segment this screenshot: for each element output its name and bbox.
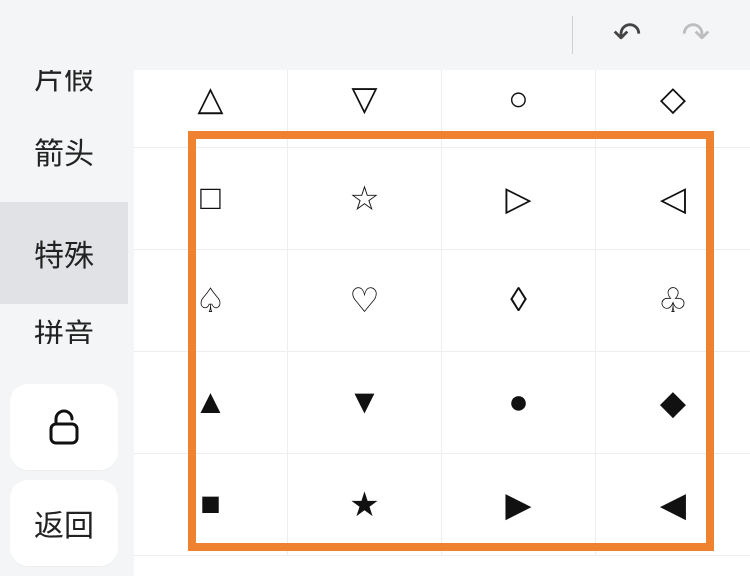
symbol-cell[interactable]: △ (134, 70, 288, 148)
sidebar-item-katakana[interactable]: 片假 (0, 70, 128, 100)
symbol-cell[interactable]: ▷ (442, 148, 596, 250)
symbol-cell[interactable]: ○ (442, 70, 596, 148)
sidebar-item-arrows[interactable]: 箭头 (0, 100, 128, 202)
symbol-cell[interactable]: ♡ (288, 250, 442, 352)
symbol-cell[interactable]: ☆ (288, 148, 442, 250)
symbol-grid: △ ▽ ○ ◇ □ ☆ ▷ ◁ ♤ ♡ ◊ ♧ ▲ ▼ ● ◆ ■ ★ ▶ ◀ (134, 70, 750, 556)
back-button[interactable]: 返回 (10, 480, 118, 566)
symbol-cell[interactable]: ● (442, 352, 596, 454)
sidebar-item-label: 片假 (34, 70, 94, 98)
sidebar-footer: 返回 (0, 384, 128, 576)
symbol-cell[interactable]: ♧ (596, 250, 750, 352)
symbol-cell[interactable]: ◇ (596, 70, 750, 148)
topbar: ↶ ↷ (0, 0, 750, 70)
symbol-cell[interactable]: ■ (134, 454, 288, 556)
symbol-cell[interactable]: □ (134, 148, 288, 250)
unlock-icon (47, 407, 81, 447)
symbol-cell[interactable]: ★ (288, 454, 442, 556)
category-list: 片假 箭头 特殊 拼音 (0, 70, 128, 378)
sidebar-item-pinyin[interactable]: 拼音 (0, 304, 128, 344)
topbar-divider (572, 16, 573, 54)
symbol-cell[interactable]: ▲ (134, 352, 288, 454)
sidebar-item-label: 特殊 (34, 231, 94, 275)
symbol-cell[interactable]: ▶ (442, 454, 596, 556)
sidebar-item-label: 箭头 (34, 129, 94, 173)
undo-button[interactable]: ↶ (613, 18, 642, 52)
sidebar-item-label: 拼音 (34, 310, 94, 344)
lock-button[interactable] (10, 384, 118, 470)
back-button-label: 返回 (34, 501, 94, 545)
symbol-panel: △ ▽ ○ ◇ □ ☆ ▷ ◁ ♤ ♡ ◊ ♧ ▲ ▼ ● ◆ ■ ★ ▶ ◀ (134, 70, 750, 576)
symbol-cell[interactable]: ◀ (596, 454, 750, 556)
symbol-cell[interactable]: ◊ (442, 250, 596, 352)
redo-button[interactable]: ↷ (682, 18, 711, 52)
symbol-cell[interactable]: ◁ (596, 148, 750, 250)
main-area: 片假 箭头 特殊 拼音 返回 △ ▽ ○ ◇ □ ☆ ▷ ◁ ♤ (0, 70, 750, 576)
symbol-cell[interactable]: ◆ (596, 352, 750, 454)
symbol-cell[interactable]: ▽ (288, 70, 442, 148)
symbol-cell[interactable]: ♤ (134, 250, 288, 352)
sidebar: 片假 箭头 特殊 拼音 返回 (0, 70, 128, 576)
sidebar-item-special[interactable]: 特殊 (0, 202, 128, 304)
symbol-cell[interactable]: ▼ (288, 352, 442, 454)
